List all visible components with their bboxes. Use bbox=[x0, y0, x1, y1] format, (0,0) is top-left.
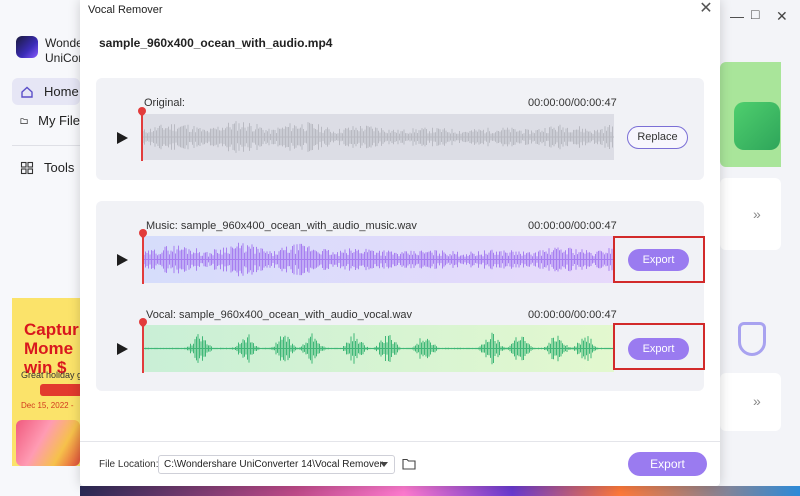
vocal-track-label: Vocal: sample_960x400_ocean_with_audio_v… bbox=[146, 309, 413, 321]
feature-card-green[interactable] bbox=[720, 62, 781, 167]
thumbnail-strip bbox=[80, 486, 800, 496]
folder-icon bbox=[20, 117, 28, 124]
original-waveform[interactable] bbox=[142, 114, 614, 160]
chevron-right-icon: » bbox=[753, 393, 761, 409]
feature-card[interactable]: » bbox=[720, 373, 781, 431]
replace-button[interactable]: Replace bbox=[627, 126, 688, 149]
music-track-time: 00:00:00/00:00:47 bbox=[528, 220, 617, 232]
promo-artwork bbox=[16, 420, 80, 466]
promo-subtitle: Great holiday g bbox=[21, 370, 80, 380]
music-track-label: Music: sample_960x400_ocean_with_audio_m… bbox=[146, 220, 417, 232]
minimize-icon[interactable]: — bbox=[730, 8, 744, 24]
app-sidebar: Wonde UniConv Home My File Tools Captur … bbox=[0, 0, 91, 496]
open-folder-icon[interactable] bbox=[402, 458, 416, 470]
sidebar-item-my-files[interactable]: My File bbox=[12, 107, 80, 134]
vocal-track-time: 00:00:00/00:00:47 bbox=[528, 309, 617, 321]
file-location-value: C:\Wondershare UniConverter 14\Vocal Rem… bbox=[164, 459, 383, 470]
sidebar-item-tools[interactable]: Tools bbox=[12, 154, 80, 181]
close-icon[interactable]: ✕ bbox=[698, 1, 714, 17]
original-track-panel: Original: 00:00:00/00:00:47 Replace bbox=[96, 78, 704, 180]
promo-date: Dec 15, 2022 - bbox=[21, 401, 74, 410]
play-icon[interactable] bbox=[117, 132, 128, 144]
app-logo bbox=[16, 36, 38, 58]
sidebar-item-label: My File bbox=[38, 113, 80, 128]
play-icon[interactable] bbox=[117, 254, 128, 266]
feature-card[interactable]: » bbox=[720, 178, 781, 250]
export-all-button[interactable]: Export bbox=[628, 452, 707, 476]
grid-icon bbox=[20, 161, 34, 174]
chevron-right-icon: » bbox=[753, 206, 761, 222]
export-music-button[interactable]: Export bbox=[628, 249, 689, 271]
separated-tracks-panel: Music: sample_960x400_ocean_with_audio_m… bbox=[96, 201, 705, 391]
sidebar-item-home[interactable]: Home bbox=[12, 78, 80, 105]
original-time: 00:00:00/00:00:47 bbox=[528, 97, 617, 109]
play-icon[interactable] bbox=[117, 343, 128, 355]
file-location-select[interactable]: C:\Wondershare UniConverter 14\Vocal Rem… bbox=[158, 455, 395, 474]
feature-icon bbox=[738, 322, 766, 356]
promo-learn-button[interactable] bbox=[40, 384, 80, 396]
promo-banner[interactable]: Captur Mome win $ Great holiday g Dec 15… bbox=[12, 298, 80, 466]
vocal-remover-dialog: Vocal Remover ✕ sample_960x400_ocean_wit… bbox=[80, 0, 720, 486]
music-waveform[interactable] bbox=[143, 236, 614, 283]
promo-title: Captur Mome win $ bbox=[24, 320, 79, 377]
sidebar-divider bbox=[12, 145, 80, 146]
playhead[interactable] bbox=[142, 232, 144, 284]
original-label: Original: bbox=[144, 97, 185, 109]
export-vocal-button[interactable]: Export bbox=[628, 338, 689, 360]
close-icon[interactable]: ✕ bbox=[776, 8, 788, 25]
sidebar-item-label: Home bbox=[44, 84, 79, 99]
vocal-waveform[interactable] bbox=[143, 325, 614, 372]
maximize-icon[interactable]: □ bbox=[751, 6, 759, 22]
feature-card[interactable] bbox=[720, 300, 781, 364]
playhead[interactable] bbox=[141, 110, 143, 161]
home-icon bbox=[21, 86, 33, 98]
playhead[interactable] bbox=[142, 321, 144, 373]
sidebar-item-label: Tools bbox=[44, 160, 75, 175]
footer-divider bbox=[80, 441, 720, 442]
feature-illustration bbox=[734, 102, 780, 150]
source-file-name: sample_960x400_ocean_with_audio.mp4 bbox=[99, 36, 333, 50]
chevron-down-icon bbox=[380, 462, 388, 467]
file-location-label: File Location: bbox=[99, 459, 159, 470]
dialog-title: Vocal Remover bbox=[88, 4, 163, 16]
